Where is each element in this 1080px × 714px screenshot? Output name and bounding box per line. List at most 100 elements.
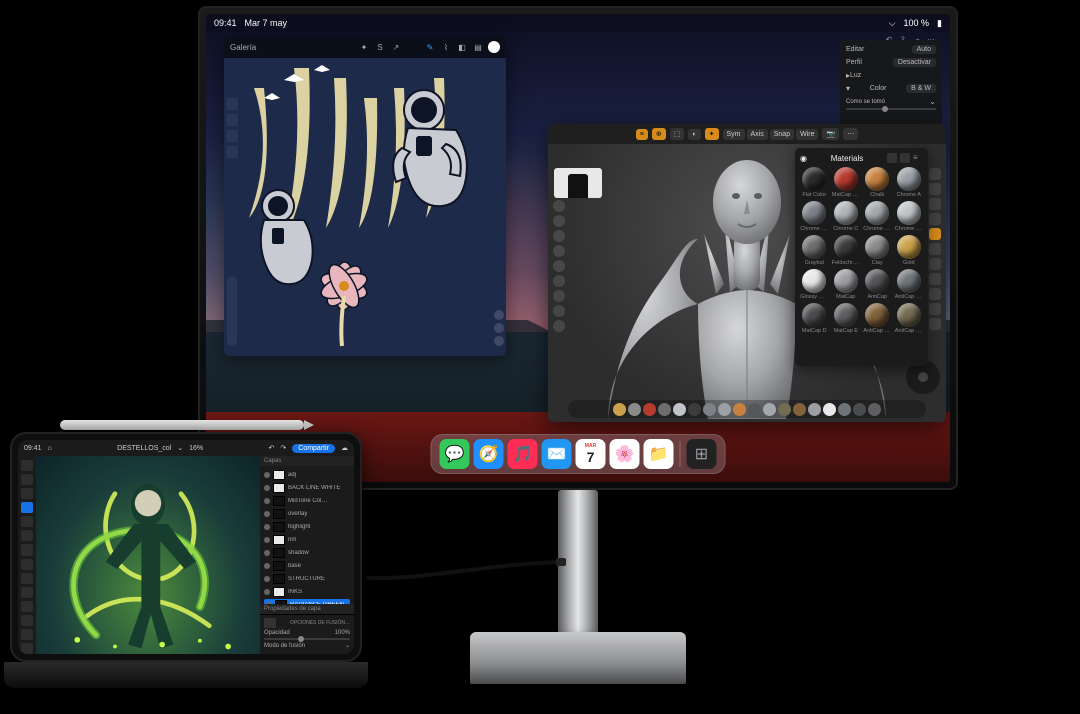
tool-eyedrop-icon[interactable] xyxy=(21,615,33,626)
procreate-quick-actions[interactable] xyxy=(494,310,504,346)
material-swatch[interactable]: MatCap E xyxy=(832,303,861,334)
como-chevron-icon[interactable]: ⌄ xyxy=(929,97,936,106)
material-swatch[interactable]: Gold xyxy=(895,235,924,266)
material-swatch[interactable]: Chrome Si… xyxy=(895,201,924,232)
wand-icon[interactable]: ✦ xyxy=(358,41,370,53)
ps-canvas[interactable] xyxy=(36,456,260,654)
luz-label[interactable]: Luz xyxy=(850,72,861,79)
tool-fill-icon[interactable] xyxy=(21,530,33,541)
nomad-reference-thumb[interactable] xyxy=(554,168,602,198)
layer-visibility-icon[interactable] xyxy=(264,511,270,517)
tool-brush-icon[interactable] xyxy=(21,502,33,513)
nomad-brush-tray[interactable] xyxy=(568,400,926,418)
material-swatch[interactable]: Chalk xyxy=(863,167,892,198)
layer-opts-button[interactable]: OPCIONES DE FUSIÓN… xyxy=(290,620,350,626)
procreate-side-tools[interactable] xyxy=(226,98,238,158)
material-swatch[interactable]: MatCap D xyxy=(800,303,829,334)
layer-visibility-icon[interactable] xyxy=(264,589,270,595)
material-swatch[interactable]: Graybal xyxy=(800,235,829,266)
tool-gradient-icon[interactable] xyxy=(21,643,33,654)
tool-smudge-icon[interactable] xyxy=(21,544,33,555)
layer-row[interactable]: MidTone Col… xyxy=(264,495,350,507)
battery-icon[interactable]: ▮ xyxy=(937,18,942,29)
tool-heal-icon[interactable] xyxy=(21,629,33,640)
layer-row[interactable]: highlight xyxy=(264,521,350,533)
wifi-icon[interactable]: ⌵ xyxy=(889,18,896,29)
nomad-tool-c[interactable]: ✦ xyxy=(705,128,719,140)
layer-row[interactable]: INKS xyxy=(264,586,350,598)
lr-slider[interactable] xyxy=(846,108,936,110)
dock-messages-icon[interactable]: 💬 xyxy=(440,439,470,469)
layer-visibility-icon[interactable] xyxy=(264,485,270,491)
bw-button[interactable]: B & W xyxy=(906,84,936,93)
dock-photos-icon[interactable]: 🌸 xyxy=(610,439,640,469)
ps-zoom[interactable]: 16% xyxy=(189,445,203,452)
material-swatch[interactable]: Clay xyxy=(863,235,892,266)
layer-row[interactable]: rim xyxy=(264,534,350,546)
nomad-more-icon[interactable]: ⋯ xyxy=(843,128,858,140)
tool-transform-icon[interactable] xyxy=(21,474,33,485)
tool-text-icon[interactable] xyxy=(21,587,33,598)
nomad-sym-button[interactable]: ⊕ xyxy=(652,128,666,140)
nomad-tool-b[interactable]: ◐ xyxy=(688,129,700,140)
materials-globe-icon[interactable]: ◉ xyxy=(800,154,807,163)
material-swatch[interactable]: Chrome B… xyxy=(800,201,829,232)
layer-visibility-icon[interactable] xyxy=(264,563,270,569)
material-swatch[interactable]: Chrome M… xyxy=(863,201,892,232)
layer-row[interactable]: STRUCTURE xyxy=(264,573,350,585)
procreate-brush-slider[interactable] xyxy=(227,276,237,346)
procreate-window[interactable]: Galería ✦ S ↗ ✎ ⌇ ◧ ▤ xyxy=(224,36,506,356)
layers-list[interactable]: adjBACK LINE WHITEMidTone Col…overlayhig… xyxy=(260,466,354,604)
blend-chevron-icon[interactable]: ⌄ xyxy=(345,642,350,649)
dock-files-icon[interactable]: 📁 xyxy=(644,439,674,469)
material-swatch[interactable]: AntiCap M… xyxy=(895,303,924,334)
material-swatch[interactable]: Glossy White xyxy=(800,269,829,300)
ps-home-icon[interactable]: ⌂ xyxy=(48,445,52,452)
nomad-camera-icon[interactable]: 📷 xyxy=(822,128,839,140)
layer-visibility-icon[interactable] xyxy=(264,498,270,504)
color-expand-icon[interactable]: ▾ xyxy=(846,84,850,93)
layer-visibility-icon[interactable] xyxy=(264,550,270,556)
nomad-seg-2[interactable]: Axis xyxy=(747,129,768,140)
nomad-left-tools[interactable] xyxy=(551,200,567,396)
ps-chevron-icon[interactable]: ⌄ xyxy=(177,444,183,452)
nomad-seg-4[interactable]: Wire xyxy=(796,129,818,140)
layers-icon[interactable]: ▤ xyxy=(472,41,484,53)
tool-eraser-icon[interactable] xyxy=(21,516,33,527)
layer-row[interactable]: adj xyxy=(264,469,350,481)
eraser-icon[interactable]: ◧ xyxy=(456,41,468,53)
perfil-value[interactable]: Desactivar xyxy=(893,58,936,67)
procreate-canvas[interactable] xyxy=(224,58,506,356)
select-icon[interactable]: S xyxy=(374,41,386,53)
nomad-right-tools[interactable] xyxy=(927,168,943,374)
ps-cloud-icon[interactable]: ☁ xyxy=(341,444,348,452)
ps-tool-strip[interactable] xyxy=(18,456,36,654)
material-swatch[interactable]: AntiCap xyxy=(863,269,892,300)
adjust-icon[interactable]: ↗ xyxy=(390,41,402,53)
nomad-menu-button[interactable]: ≡ xyxy=(636,129,648,140)
materials-tab-2[interactable] xyxy=(900,153,910,163)
material-swatch[interactable]: Feldschrome xyxy=(832,235,861,266)
ps-redo-icon[interactable]: ↷ xyxy=(280,444,286,452)
material-swatch[interactable]: Flat Color xyxy=(800,167,829,198)
material-swatch[interactable]: Chrome A xyxy=(895,167,924,198)
nomad-seg-1[interactable]: Sym xyxy=(723,129,745,140)
tool-clone-icon[interactable] xyxy=(21,559,33,570)
opacity-slider[interactable] xyxy=(264,638,350,640)
dock-music-icon[interactable]: 🎵 xyxy=(508,439,538,469)
dock-mail-icon[interactable]: ✉️ xyxy=(542,439,572,469)
materials-panel[interactable]: ◉ Materials ≡ Flat ColorMatCap Re…ChalkC… xyxy=(795,148,928,366)
materials-tab-1[interactable] xyxy=(887,153,897,163)
brush-icon[interactable]: ✎ xyxy=(424,41,436,53)
nomad-tool-a[interactable]: ⬚ xyxy=(670,128,685,140)
layer-visibility-icon[interactable] xyxy=(264,472,270,478)
tool-move-icon[interactable] xyxy=(21,460,33,471)
layer-visibility-icon[interactable] xyxy=(264,537,270,543)
tool-lasso-icon[interactable] xyxy=(21,488,33,499)
dock-safari-icon[interactable]: 🧭 xyxy=(474,439,504,469)
tool-crop-icon[interactable] xyxy=(21,573,33,584)
layer-visibility-icon[interactable] xyxy=(264,576,270,582)
material-swatch[interactable]: Chrome C xyxy=(832,201,861,232)
material-swatch[interactable]: MatCap xyxy=(832,269,861,300)
layer-row[interactable]: shadow xyxy=(264,547,350,559)
